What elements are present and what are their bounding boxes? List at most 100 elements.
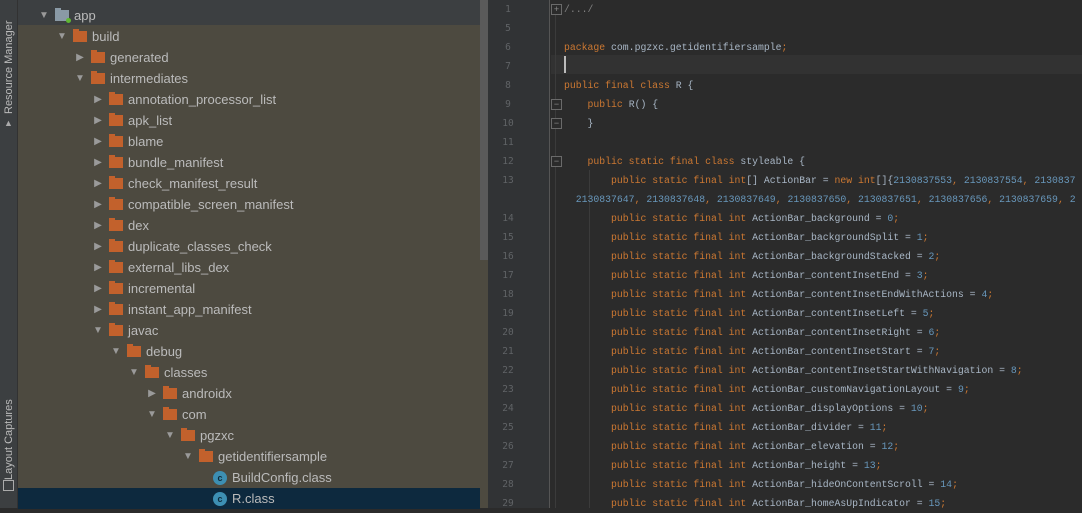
tree-item[interactable]: ▶ dex [18,215,480,236]
expand-arrow-down-icon[interactable]: ▼ [37,10,51,21]
code-line[interactable]: public static final int[] ActionBar = ne… [564,171,1076,190]
expand-arrow-down-icon[interactable]: ▼ [163,430,177,441]
layout-captures-tab[interactable]: Layout Captures [1,390,17,480]
fold-expand-icon[interactable]: + [551,4,562,15]
expand-arrow-right-icon[interactable]: ▶ [73,52,87,63]
line-number: 26 [502,441,514,452]
code-line[interactable]: public static final int ActionBar_conten… [564,304,934,323]
code-line[interactable]: public static final int ActionBar_conten… [564,285,993,304]
code-line[interactable]: public static final int ActionBar_backgr… [564,228,929,247]
tree-item[interactable]: ▼ classes [18,362,480,383]
tree-item[interactable]: ▶ incremental [18,278,480,299]
fold-collapse-icon[interactable]: − [551,118,562,129]
folder-icon [109,323,123,336]
resource-manager-tab[interactable]: Resource Manager [1,4,17,114]
expand-arrow-down-icon[interactable]: ▼ [91,325,105,336]
code-line[interactable]: public static final int ActionBar_custom… [564,380,970,399]
tree-item-label: intermediates [110,71,189,86]
expand-arrow-right-icon[interactable]: ▶ [91,178,105,189]
expand-arrow-down-icon[interactable]: ▼ [109,346,123,357]
code-token: ActionBar_divider = [752,422,870,433]
code-line[interactable]: public static final int ActionBar_hideOn… [564,475,958,494]
tree-item[interactable]: ▶ annotation_processor_list [18,89,480,110]
code-token: ActionBar_hideOnContentScroll = [752,479,941,490]
code-line[interactable]: public static final int ActionBar_conten… [564,266,929,285]
code-token: 10 [910,403,923,414]
code-token: public static final class [587,156,741,167]
code-line[interactable]: public static final int ActionBar_homeAs… [564,494,946,513]
expand-arrow-right-icon[interactable]: ▶ [91,115,105,126]
tree-item[interactable]: ▶ apk_list [18,110,480,131]
code-line[interactable]: public static final int ActionBar_conten… [564,361,1023,380]
tree-item[interactable]: ▶ bundle_manifest [18,152,480,173]
expand-arrow-right-icon[interactable]: ▶ [91,241,105,252]
code-line[interactable]: public static final int ActionBar_backgr… [564,247,940,266]
tree-item[interactable]: ▶ external_libs_dex [18,257,480,278]
code-line[interactable]: } [564,114,594,133]
expand-arrow-down-icon[interactable]: ▼ [73,73,87,84]
code-line[interactable]: public R() { [564,95,659,114]
code-token: ; [934,346,941,357]
tree-item[interactable]: c R.class [18,488,480,509]
tree-item[interactable]: ▶ androidx [18,383,480,404]
tree-scrollbar[interactable] [480,0,488,260]
expand-arrow-right-icon[interactable]: ▶ [145,388,159,399]
code-line[interactable]: public static final int ActionBar_divide… [564,418,887,437]
code-line[interactable]: public static final int ActionBar_elevat… [564,437,899,456]
tree-item[interactable]: ▶ duplicate_classes_check [18,236,480,257]
expand-arrow-right-icon[interactable]: ▶ [91,136,105,147]
code-line[interactable]: public static final int ActionBar_height… [564,456,881,475]
code-line[interactable]: package com.pgzxc.getidentifiersample; [564,38,787,57]
expand-arrow-down-icon[interactable]: ▼ [55,31,69,42]
fold-collapse-icon[interactable]: − [551,99,562,110]
expand-arrow-right-icon[interactable]: ▶ [91,199,105,210]
layout-captures-icon [3,480,14,491]
line-number: 11 [502,137,514,148]
tree-item[interactable]: ▼ pgzxc [18,425,480,446]
code-line[interactable]: public static final int ActionBar_displa… [564,399,929,418]
tree-item[interactable]: ▼ getidentifiersample [18,446,480,467]
code-line[interactable]: public static final int ActionBar_conten… [564,323,940,342]
tree-item[interactable]: ▼ app [18,5,480,26]
tree-item[interactable]: ▼ com [18,404,480,425]
layout-captures-label: Layout Captures [3,399,15,480]
folder-icon [163,407,177,420]
expand-arrow-down-icon[interactable]: ▼ [127,367,141,378]
fold-collapse-icon[interactable]: − [551,156,562,167]
expand-arrow-right-icon[interactable]: ▶ [91,262,105,273]
code-line[interactable]: public static final class styleable { [564,152,806,171]
tree-item[interactable]: c BuildConfig.class [18,467,480,488]
tree-item[interactable]: ▶ blame [18,131,480,152]
expand-arrow-right-icon[interactable]: ▶ [91,157,105,168]
expand-arrow-right-icon[interactable]: ▶ [91,94,105,105]
tree-item[interactable]: ▶ check_manifest_result [18,173,480,194]
expand-arrow-down-icon[interactable]: ▼ [145,409,159,420]
code-line[interactable]: 2130837647, 2130837648, 2130837649, 2130… [564,190,1076,209]
expand-arrow-right-icon[interactable]: ▶ [91,283,105,294]
expand-arrow-down-icon[interactable]: ▼ [181,451,195,462]
expand-arrow-right-icon[interactable]: ▶ [91,220,105,231]
line-number: 10 [502,118,514,129]
expand-arrow-right-icon[interactable]: ▶ [91,304,105,315]
tree-item[interactable]: ▼ intermediates [18,68,480,89]
tree-item[interactable]: ▶ generated [18,47,480,68]
tree-item[interactable]: ▼ build [18,26,480,47]
tree-item[interactable]: ▶ compatible_screen_manifest [18,194,480,215]
code-line[interactable]: /.../ [564,0,593,19]
code-line[interactable]: public static final int ActionBar_conten… [564,342,940,361]
code-token: 15 [928,498,941,509]
folder-icon [199,449,213,462]
code-token: ActionBar_homeAsUpIndicator = [752,498,929,509]
tree-item[interactable]: ▼ debug [18,341,480,362]
code-line[interactable]: public static final int ActionBar_backgr… [564,209,899,228]
code-line[interactable]: public final class R { [564,76,693,95]
line-number: 27 [502,460,514,471]
code-token: public static final int [611,308,753,319]
line-number: 18 [502,289,514,300]
tree-item[interactable]: ▶ instant_app_manifest [18,299,480,320]
tree-item[interactable]: ▼ javac [18,320,480,341]
code-token: , [1057,194,1070,205]
tree-item-label: bundle_manifest [128,155,224,170]
